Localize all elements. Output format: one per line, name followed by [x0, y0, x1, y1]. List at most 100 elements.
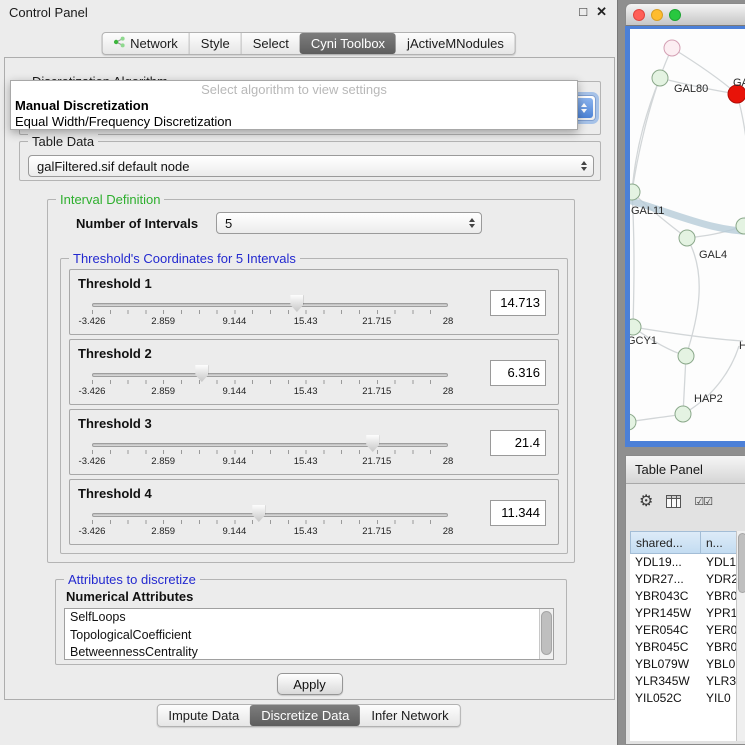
- number-of-intervals-combo[interactable]: 5: [216, 212, 482, 234]
- attributes-list[interactable]: SelfLoops TopologicalCoefficient Between…: [64, 608, 554, 660]
- threshold-panel: Threshold 3 -3.426 2.859 9.144 15.43 21.…: [69, 409, 559, 475]
- bottom-tab-bar: Impute Data Discretize Data Infer Networ…: [156, 704, 460, 727]
- slider-track[interactable]: [92, 373, 448, 377]
- float-window-icon[interactable]: □: [579, 4, 587, 20]
- list-scrollbar[interactable]: [539, 609, 553, 659]
- table-cell[interactable]: YLR345W: [630, 673, 701, 690]
- group-label: Table Data: [28, 134, 98, 149]
- zoom-traffic-light[interactable]: [669, 9, 681, 21]
- table-cell[interactable]: YBL079W: [630, 656, 701, 673]
- tab-infer-network[interactable]: Infer Network: [360, 705, 459, 726]
- network-node[interactable]: [630, 414, 636, 430]
- tab-discretize-data[interactable]: Discretize Data: [250, 705, 360, 726]
- table-data-group: Table Data galFiltered.sif default node: [19, 141, 601, 181]
- scale-tick-label: 9.144: [223, 386, 247, 397]
- network-graph[interactable]: GAL80 GAL11 GAL4 GCY1 HAP2 GA H: [630, 29, 745, 441]
- tab-impute-data[interactable]: Impute Data: [157, 705, 250, 726]
- tab-label: Discretize Data: [261, 708, 349, 723]
- slider-ticks: [92, 450, 448, 454]
- table-cell[interactable]: YBR045C: [630, 639, 701, 656]
- network-canvas[interactable]: GAL80 GAL11 GAL4 GCY1 HAP2 GA H: [625, 26, 745, 447]
- slider-track[interactable]: [92, 303, 448, 307]
- table-row[interactable]: YDL19...YDL1: [630, 554, 744, 571]
- slider-ticks: [92, 520, 448, 524]
- tab-network[interactable]: Network: [102, 33, 189, 54]
- combo-value: galFiltered.sif default node: [37, 156, 189, 176]
- minimize-traffic-light[interactable]: [651, 9, 663, 21]
- scrollbar-thumb[interactable]: [738, 533, 745, 593]
- column-header[interactable]: shared...: [630, 531, 701, 554]
- list-item[interactable]: BetweennessCentrality: [65, 644, 553, 660]
- scrollbar-thumb[interactable]: [541, 611, 552, 655]
- node-attribute-table[interactable]: shared... n... YDL19...YDL1 YDR27...YDR2…: [630, 531, 744, 741]
- threshold-slider[interactable]: -3.426 2.859 9.144 15.43 21.715 28: [92, 365, 448, 403]
- threshold-value-field[interactable]: 11.344: [490, 500, 546, 526]
- network-node[interactable]: [630, 319, 641, 335]
- network-node[interactable]: [664, 40, 680, 56]
- slider-scale: -3.426 2.859 9.144 15.43 21.715 28: [92, 456, 448, 468]
- list-item[interactable]: SelfLoops: [65, 609, 553, 627]
- attributes-group: Attributes to discretize Numerical Attri…: [55, 579, 567, 665]
- scale-tick-label: 2.859: [151, 386, 175, 397]
- threshold-slider[interactable]: -3.426 2.859 9.144 15.43 21.715 28: [92, 435, 448, 473]
- table-data-combo[interactable]: galFiltered.sif default node: [28, 155, 594, 177]
- apply-button[interactable]: Apply: [277, 673, 343, 695]
- threshold-label: Threshold 3: [78, 416, 152, 431]
- scale-tick-label: 21.715: [362, 456, 391, 467]
- threshold-slider[interactable]: -3.426 2.859 9.144 15.43 21.715 28: [92, 505, 448, 543]
- window-title: Control Panel: [9, 5, 88, 20]
- table-cell[interactable]: YDL19...: [630, 554, 701, 571]
- combo-arrows-icon: [469, 218, 475, 228]
- close-traffic-light[interactable]: [633, 9, 645, 21]
- group-label: Attributes to discretize: [64, 572, 200, 587]
- network-node[interactable]: [652, 70, 668, 86]
- numerical-attributes-label: Numerical Attributes: [66, 589, 193, 604]
- thresholds-group: Threshold's Coordinates for 5 Intervals …: [60, 258, 568, 554]
- tab-select[interactable]: Select: [241, 33, 300, 54]
- slider-track[interactable]: [92, 443, 448, 447]
- gear-icon[interactable]: ⚙: [639, 491, 653, 511]
- table-row[interactable]: YBL079WYBL0: [630, 656, 744, 673]
- network-node[interactable]: [679, 230, 695, 246]
- table-scrollbar[interactable]: [736, 531, 745, 741]
- node-label: GAL80: [674, 83, 708, 95]
- threshold-value-field[interactable]: 21.4: [490, 430, 546, 456]
- close-icon[interactable]: ✕: [596, 4, 607, 20]
- table-cell[interactable]: YDR27...: [630, 571, 701, 588]
- select-columns-icon[interactable]: ☑☑: [694, 495, 712, 508]
- table-cell[interactable]: YBR043C: [630, 588, 701, 605]
- table-cell[interactable]: YIL052C: [630, 690, 701, 707]
- tab-cyni-toolbox[interactable]: Cyni Toolbox: [300, 33, 396, 54]
- table-row[interactable]: YBR043CYBR0: [630, 588, 744, 605]
- threshold-value-field[interactable]: 14.713: [490, 290, 546, 316]
- columns-icon[interactable]: [666, 495, 681, 508]
- threshold-value-field[interactable]: 6.316: [490, 360, 546, 386]
- tab-style[interactable]: Style: [189, 33, 241, 54]
- node-label: H: [739, 340, 745, 352]
- network-node[interactable]: [678, 348, 694, 364]
- table-cell[interactable]: YPR145W: [630, 605, 701, 622]
- threshold-panel: Threshold 1 -3.426 2.859 9.144 15.43 21.…: [69, 269, 559, 335]
- threshold-slider[interactable]: -3.426 2.859 9.144 15.43 21.715 28: [92, 295, 448, 333]
- node-label: GCY1: [630, 335, 657, 347]
- table-row[interactable]: YDR27...YDR2: [630, 571, 744, 588]
- table-row[interactable]: YER054CYER0: [630, 622, 744, 639]
- table-row[interactable]: YIL052CYIL0: [630, 690, 744, 707]
- scale-tick-label: 9.144: [223, 526, 247, 537]
- tab-jactivemodules[interactable]: jActiveMNodules: [396, 33, 515, 54]
- dropdown-option-equal-width[interactable]: Equal Width/Frequency Discretization: [11, 114, 577, 130]
- dropdown-option-manual[interactable]: Manual Discretization: [11, 98, 577, 114]
- slider-scale: -3.426 2.859 9.144 15.43 21.715 28: [92, 526, 448, 538]
- table-panel-title: Table Panel: [626, 456, 745, 484]
- threshold-panel: Threshold 4 -3.426 2.859 9.144 15.43 21.…: [69, 479, 559, 545]
- list-item[interactable]: TopologicalCoefficient: [65, 627, 553, 645]
- table-cell[interactable]: YER054C: [630, 622, 701, 639]
- node-label: GAL4: [699, 249, 727, 261]
- threshold-label: Threshold 1: [78, 276, 152, 291]
- network-node[interactable]: [675, 406, 691, 422]
- table-row[interactable]: YLR345WYLR3: [630, 673, 744, 690]
- table-row[interactable]: YBR045CYBR0: [630, 639, 744, 656]
- table-panel-window: Table Panel ⚙ ☑☑ shared... n... YDL19...…: [625, 455, 745, 745]
- slider-track[interactable]: [92, 513, 448, 517]
- table-row[interactable]: YPR145WYPR1: [630, 605, 744, 622]
